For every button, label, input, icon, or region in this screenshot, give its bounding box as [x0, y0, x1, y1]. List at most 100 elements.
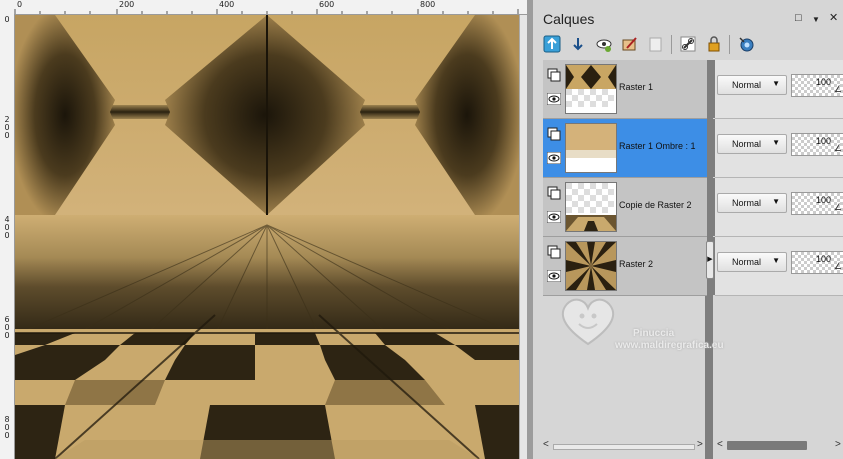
watermark-name: Pinuccia: [633, 328, 675, 339]
layer-thumbnail: [565, 64, 617, 114]
scroll-thumb[interactable]: [727, 441, 807, 450]
column-gap: [707, 119, 715, 177]
canvas-image[interactable]: [15, 15, 519, 459]
opacity-value: 100: [816, 195, 832, 205]
layer-row[interactable]: Raster 1 Ombre : 1 Normal ▼ 100 ∠: [543, 119, 843, 178]
restore-icon[interactable]: □: [795, 12, 802, 24]
opacity-value: 100: [816, 77, 832, 87]
layer-name: Raster 2: [619, 259, 654, 269]
dropdown-arrow-icon: ▼: [772, 256, 780, 265]
vertical-ruler: 0 2 0 0 4 0 0 6 0 0 8 0 0: [0, 14, 15, 459]
layer-row[interactable]: Raster 2 Normal ▼ 100 ∠: [543, 237, 843, 296]
opacity-field[interactable]: 100 ∠: [791, 251, 843, 274]
layer-type-icon: [547, 68, 561, 82]
opacity-slider-icon[interactable]: ∠: [834, 143, 842, 154]
menu-arrow-icon[interactable]: ▼: [812, 14, 820, 26]
layer-thumbnail: [565, 123, 617, 173]
ruler-label: 0: [4, 231, 10, 240]
horizontal-ruler: 0 200 400 600 800: [0, 0, 527, 15]
watermark: Pinuccia www.maldiregrafica.eu: [553, 292, 783, 372]
opacity-field[interactable]: 100 ∠: [791, 74, 843, 97]
layer-name: Raster 1 Ombre : 1: [619, 141, 696, 151]
blend-mode-value: Normal: [732, 257, 762, 267]
delete-layer-icon[interactable]: [645, 33, 667, 55]
palette-toolbar: [541, 33, 841, 57]
layer-thumbnail: [565, 182, 617, 232]
ruler-label: 0: [4, 131, 10, 140]
dropdown-arrow-icon: ▼: [772, 197, 780, 206]
heart-logo-icon: [561, 298, 615, 346]
layer-row[interactable]: Raster 1 Normal ▼ 100 ∠: [543, 60, 843, 119]
layer-list: Raster 1 Normal ▼ 100 ∠ Raster 1 Ombre : 1…: [543, 60, 843, 296]
column-gap: [707, 178, 715, 236]
layer-style-icon[interactable]: [735, 33, 757, 55]
properties-horizontal-scrollbar[interactable]: < >: [717, 439, 843, 452]
new-layer-below-icon[interactable]: [567, 33, 589, 55]
blend-mode-select[interactable]: Normal ▼: [717, 134, 787, 154]
opacity-field[interactable]: 100 ∠: [791, 133, 843, 156]
layer-name: Raster 1: [619, 82, 654, 92]
toolbar-separator: [671, 35, 672, 54]
layer-row[interactable]: Copie de Raster 2 Normal ▼ 100 ∠: [543, 178, 843, 237]
scroll-right-icon[interactable]: >: [835, 439, 841, 450]
ruler-label: 0: [4, 15, 10, 24]
layer-main[interactable]: Raster 2: [543, 237, 707, 296]
layer-properties: Normal ▼ 100 ∠: [715, 60, 843, 119]
visibility-eye-icon[interactable]: [547, 93, 561, 105]
column-gap: [707, 60, 715, 118]
expand-handle-icon[interactable]: ▶: [706, 241, 714, 279]
close-icon[interactable]: ✕: [829, 12, 838, 24]
blend-mode-select[interactable]: Normal ▼: [717, 193, 787, 213]
layer-name: Copie de Raster 2: [619, 200, 692, 210]
layer-properties: Normal ▼ 100 ∠: [715, 119, 843, 178]
scroll-right-icon[interactable]: >: [697, 439, 703, 450]
layer-type-icon: [547, 127, 561, 141]
palette-title: Calques: [543, 11, 595, 27]
layers-palette: Calques □ ▼ ✕ Raster 1 Normal ▼ 100 ∠ Ra…: [533, 0, 843, 459]
layer-type-icon: [547, 245, 561, 259]
ruler-label: 0: [4, 431, 10, 440]
layer-properties: Normal ▼ 100 ∠: [715, 178, 843, 237]
layer-type-icon: [547, 186, 561, 200]
canvas-area[interactable]: 0 200 400 600 800 0 2 0 0 4 0 0 6 0 0 8 …: [0, 0, 528, 459]
dropdown-arrow-icon: ▼: [772, 79, 780, 88]
opacity-field[interactable]: 100 ∠: [791, 192, 843, 215]
layer-main[interactable]: Raster 1: [543, 60, 707, 119]
scroll-track[interactable]: [553, 444, 695, 450]
layer-thumbnail: [565, 241, 617, 291]
opacity-value: 100: [816, 254, 832, 264]
ruler-label: 200: [119, 0, 135, 9]
watermark-url: www.maldiregrafica.eu: [615, 340, 724, 351]
ruler-label: 800: [420, 0, 436, 9]
toolbar-separator: [729, 35, 730, 54]
opacity-slider-icon[interactable]: ∠: [834, 84, 842, 95]
opacity-value: 100: [816, 136, 832, 146]
layer-main-selected[interactable]: Raster 1 Ombre : 1: [543, 119, 707, 178]
visibility-eye-icon[interactable]: [547, 270, 561, 282]
ruler-label: 600: [319, 0, 335, 9]
dropdown-arrow-icon: ▼: [772, 138, 780, 147]
layer-list-horizontal-scrollbar[interactable]: < >: [543, 439, 705, 452]
lock-icon[interactable]: [703, 33, 725, 55]
ruler-label: 0: [4, 331, 10, 340]
link-icon[interactable]: [677, 33, 699, 55]
blend-mode-select[interactable]: Normal ▼: [717, 252, 787, 272]
scroll-left-icon[interactable]: <: [543, 439, 549, 450]
blend-mode-value: Normal: [732, 80, 762, 90]
layer-properties: Normal ▼ 100 ∠: [715, 237, 843, 296]
new-adjustment-layer-icon[interactable]: [593, 33, 615, 55]
opacity-slider-icon[interactable]: ∠: [834, 202, 842, 213]
new-mask-icon[interactable]: [619, 33, 641, 55]
ruler-label: 0: [17, 0, 23, 9]
layer-main[interactable]: Copie de Raster 2: [543, 178, 707, 237]
blend-mode-select[interactable]: Normal ▼: [717, 75, 787, 95]
new-layer-above-icon[interactable]: [541, 33, 563, 55]
ruler-label: 400: [219, 0, 235, 9]
visibility-eye-icon[interactable]: [547, 152, 561, 164]
opacity-slider-icon[interactable]: ∠: [834, 261, 842, 272]
ruler-ticks: [14, 9, 519, 14]
visibility-eye-icon[interactable]: [547, 211, 561, 223]
scroll-left-icon[interactable]: <: [717, 439, 723, 450]
blend-mode-value: Normal: [732, 198, 762, 208]
blend-mode-value: Normal: [732, 139, 762, 149]
